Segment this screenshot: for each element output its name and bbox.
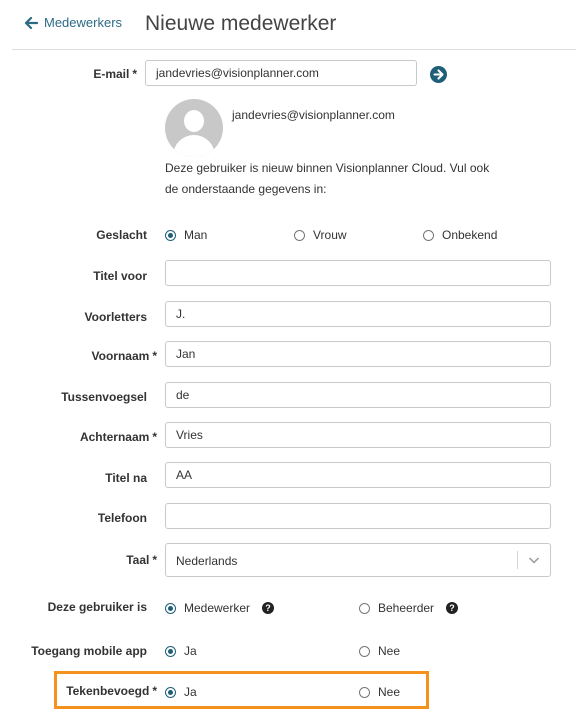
gender-option-vrouw[interactable]: Vrouw: [294, 228, 347, 242]
required-marker: *: [152, 553, 157, 567]
language-selected-value: Nederlands: [176, 554, 238, 568]
radio-icon: [294, 229, 305, 241]
first-name-field[interactable]: Jan: [165, 341, 551, 367]
first-name-label: Voornaam *: [91, 349, 157, 363]
page-header: Medewerkers Nieuwe medewerker: [0, 0, 576, 50]
last-name-label: Achternaam *: [79, 430, 157, 444]
back-link-label: Medewerkers: [44, 15, 123, 30]
role-option-beheerder[interactable]: Beheerder ?: [359, 601, 459, 615]
infix-field[interactable]: de: [165, 382, 551, 408]
gender-option-onbekend[interactable]: Onbekend: [423, 228, 497, 242]
back-link-medewerkers[interactable]: Medewerkers: [24, 15, 122, 30]
role-option-medewerker[interactable]: Medewerker ?: [165, 601, 275, 615]
email-label: E-mail *: [93, 67, 137, 81]
phone-field[interactable]: [165, 503, 551, 529]
initials-field[interactable]: J.: [165, 301, 551, 327]
radio-icon: [423, 229, 434, 241]
required-marker: *: [132, 67, 137, 81]
language-select[interactable]: Nederlands: [165, 543, 551, 577]
phone-label: Telefoon: [97, 511, 147, 525]
radio-icon: [359, 602, 370, 614]
title-after-label: Titel na: [105, 471, 147, 485]
signing-authority-option-ja[interactable]: Ja: [165, 685, 197, 699]
new-user-info-text: Deze gebruiker is nieuw binnen Visionpla…: [165, 161, 490, 196]
signing-authority-option-nee[interactable]: Nee: [359, 685, 400, 699]
user-role-label: Deze gebruiker is: [47, 600, 147, 614]
language-label: Taal *: [126, 553, 157, 567]
radio-icon: [359, 686, 370, 698]
avatar-body: [173, 135, 215, 157]
help-icon[interactable]: ?: [446, 602, 459, 614]
title-before-field[interactable]: [165, 260, 551, 286]
mobile-access-option-ja[interactable]: Ja: [165, 644, 197, 658]
user-email-text: jandevries@visionplanner.com: [232, 108, 395, 122]
avatar: [165, 99, 223, 157]
select-separator: [517, 551, 518, 569]
title-before-label: Titel voor: [93, 269, 147, 283]
mobile-access-label: Toegang mobile app: [31, 644, 147, 658]
signing-authority-label: Tekenbevoegd *: [66, 684, 157, 698]
required-marker: *: [152, 430, 157, 444]
lookup-email-button[interactable]: [430, 66, 447, 83]
radio-selected-icon: [165, 686, 176, 698]
mobile-access-option-nee[interactable]: Nee: [359, 644, 400, 658]
gender-option-man[interactable]: Man: [165, 228, 207, 242]
required-marker: *: [152, 349, 157, 363]
help-icon[interactable]: ?: [262, 602, 275, 614]
last-name-field[interactable]: Vries: [165, 422, 551, 448]
email-field[interactable]: jandevries@visionplanner.com: [145, 60, 417, 86]
arrow-right-circle-icon: [433, 69, 444, 80]
radio-selected-icon: [165, 229, 176, 241]
title-after-field[interactable]: AA: [165, 462, 551, 488]
required-marker: *: [152, 684, 157, 698]
initials-label: Voorletters: [84, 310, 147, 324]
chevron-down-icon: [528, 557, 540, 564]
avatar-head: [184, 110, 204, 132]
arrow-left-icon: [24, 16, 38, 29]
infix-label: Tussenvoegsel: [61, 390, 147, 404]
page-title: Nieuwe medewerker: [145, 12, 337, 35]
gender-label: Geslacht: [96, 228, 147, 242]
header-divider: [12, 49, 576, 50]
radio-icon: [359, 645, 370, 657]
radio-selected-icon: [165, 645, 176, 657]
radio-selected-icon: [165, 602, 176, 614]
